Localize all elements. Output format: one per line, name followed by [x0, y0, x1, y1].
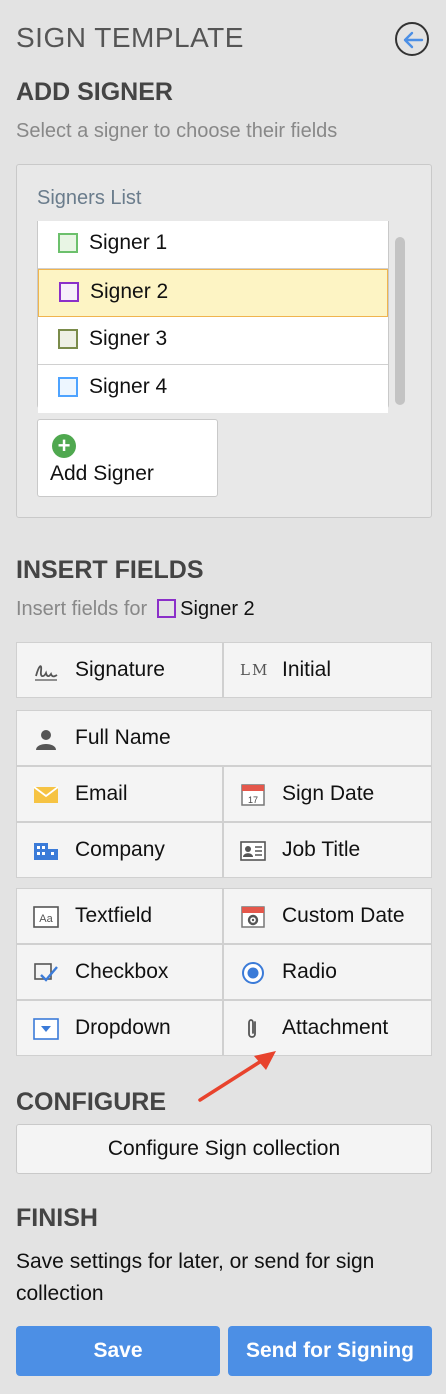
initial-icon: LM	[240, 661, 270, 679]
calendar-day: 17	[248, 795, 258, 805]
field-label: Attachment	[282, 1016, 389, 1039]
field-label: Custom Date	[282, 904, 405, 927]
field-dropdown[interactable]: Dropdown	[16, 1000, 223, 1056]
field-company[interactable]: Company	[16, 822, 223, 878]
building-icon	[34, 843, 58, 860]
annotation-arrow-icon	[198, 1051, 276, 1102]
signer-row-1[interactable]: Signer 1	[38, 221, 388, 269]
insert-fields-heading: INSERT FIELDS	[16, 556, 204, 584]
field-full-name[interactable]: Full Name	[16, 710, 432, 766]
field-label: Email	[75, 782, 128, 805]
field-signature[interactable]: Signature	[16, 642, 223, 698]
insert-for-signer: Signer 2	[180, 598, 255, 620]
field-label: Textfield	[75, 904, 153, 927]
insert-for-line: Insert fields for Signer 2	[16, 598, 255, 621]
signer-color-swatch	[59, 282, 79, 302]
paperclip-icon	[248, 1019, 256, 1038]
signature-icon	[35, 665, 58, 681]
field-label: Job Title	[282, 838, 361, 861]
id-card-icon	[240, 841, 266, 861]
field-job-title[interactable]: Job Title	[223, 822, 432, 878]
signer-row-2[interactable]: Signer 2	[38, 269, 388, 317]
radio-icon	[242, 962, 264, 984]
configure-sign-collection-button[interactable]: Configure Sign collection	[16, 1124, 432, 1174]
finish-description: Save settings for later, or send for sig…	[16, 1250, 375, 1305]
save-button[interactable]: Save	[16, 1326, 220, 1376]
signers-list-label: Signers List	[37, 187, 142, 209]
calendar-icon: 17	[241, 784, 265, 806]
send-for-signing-button[interactable]: Send for Signing	[228, 1326, 432, 1376]
add-signer-heading: ADD SIGNER	[16, 78, 173, 106]
signer-row-4[interactable]: Signer 4	[38, 365, 388, 413]
signer-list: Signer 1 Signer 2 Signer 3 Signer 4	[37, 221, 389, 413]
person-icon	[36, 730, 56, 750]
signer-name: Signer 1	[89, 231, 168, 254]
field-label: Dropdown	[75, 1016, 171, 1039]
field-label: Initial	[282, 658, 332, 681]
field-radio[interactable]: Radio	[223, 944, 432, 1000]
signer-color-swatch	[157, 599, 177, 618]
dropdown-icon	[33, 1018, 59, 1040]
signer-row-3[interactable]: Signer 3	[38, 317, 388, 365]
field-label: Signature	[75, 658, 165, 681]
envelope-icon	[33, 786, 59, 803]
field-initial[interactable]: LM Initial	[223, 642, 432, 698]
panel-title: SIGN TEMPLATE	[16, 22, 244, 53]
back-arrow-icon	[403, 31, 424, 49]
field-label: Radio	[282, 960, 337, 983]
finish-heading: FINISH	[16, 1204, 98, 1232]
field-label: Full Name	[75, 726, 171, 749]
checkbox-icon	[34, 963, 58, 982]
signer-name: Signer 2	[90, 280, 169, 303]
configure-heading: CONFIGURE	[16, 1088, 166, 1116]
field-sign-date[interactable]: 17 Sign Date	[223, 766, 432, 822]
add-signer-button[interactable]: + Add Signer	[37, 419, 218, 497]
textfield-icon: Aa	[33, 906, 59, 928]
field-label: Checkbox	[75, 960, 169, 983]
insert-for-prefix: Insert fields for	[16, 598, 148, 620]
add-signer-label: Add Signer	[50, 462, 154, 485]
field-custom-date[interactable]: Custom Date	[223, 888, 432, 944]
add-circle-icon: +	[52, 434, 76, 458]
signer-color-swatch	[58, 377, 78, 397]
signer-color-swatch	[58, 233, 78, 253]
field-email[interactable]: Email	[16, 766, 223, 822]
calendar-gear-icon	[241, 906, 265, 928]
signer-name: Signer 4	[89, 375, 168, 398]
field-checkbox[interactable]: Checkbox	[16, 944, 223, 1000]
svg-text:Aa: Aa	[39, 913, 53, 925]
add-signer-subtitle: Select a signer to choose their fields	[16, 120, 338, 142]
signer-color-swatch	[58, 329, 78, 349]
signer-name: Signer 3	[89, 327, 168, 350]
back-button[interactable]	[395, 22, 429, 56]
field-textfield[interactable]: Aa Textfield	[16, 888, 223, 944]
signers-box: Signers List Signer 1 Signer 2 Signer 3 …	[16, 164, 432, 518]
field-label: Sign Date	[282, 782, 375, 805]
field-label: Company	[75, 838, 165, 861]
signer-list-scrollbar[interactable]	[395, 237, 405, 405]
